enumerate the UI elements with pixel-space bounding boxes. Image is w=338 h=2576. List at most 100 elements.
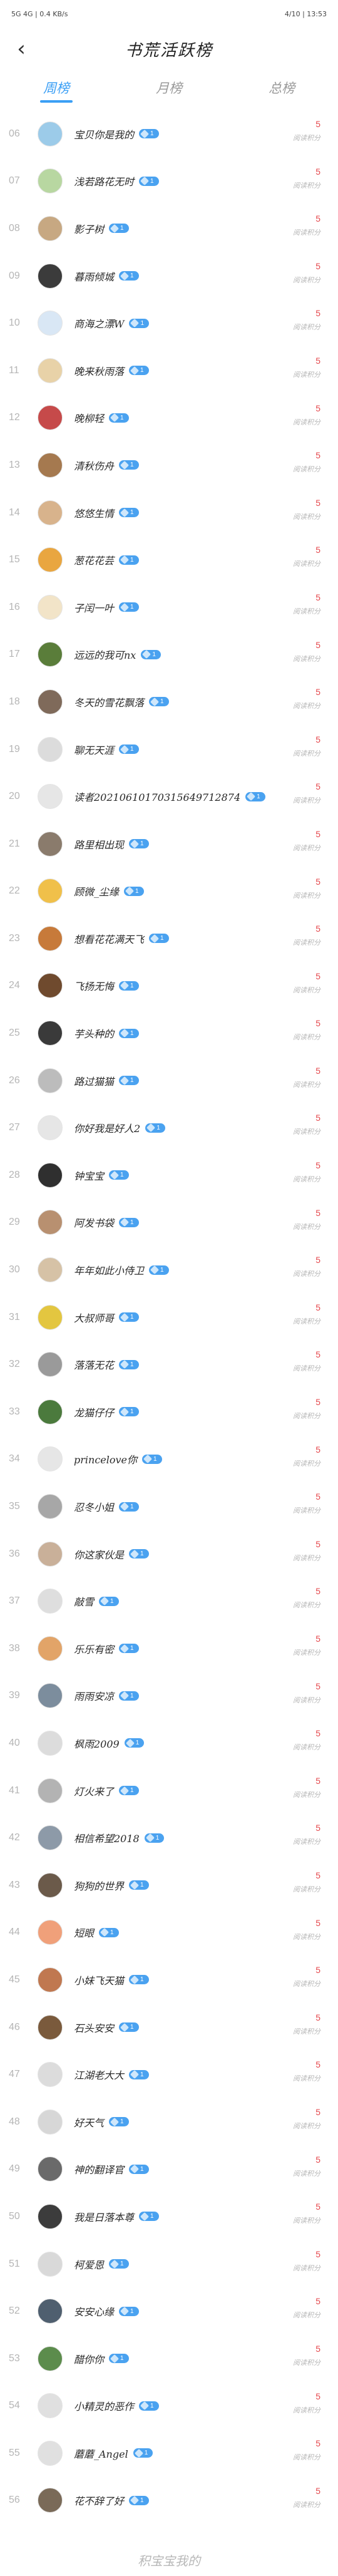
list-item[interactable]: 21 路里相出现 1 5 阅读积分: [0, 820, 338, 868]
avatar[interactable]: [38, 1636, 63, 1661]
avatar[interactable]: [38, 2109, 63, 2135]
avatar[interactable]: [38, 358, 63, 383]
avatar[interactable]: [38, 2488, 63, 2513]
list-item[interactable]: 41 灯火来了 1 5 阅读积分: [0, 1767, 338, 1815]
avatar[interactable]: [38, 1730, 63, 1756]
list-item[interactable]: 47 江湖老大大 1 5 阅读积分: [0, 2051, 338, 2098]
list-item[interactable]: 51 柯爱恩 1 5 阅读积分: [0, 2240, 338, 2288]
list-item[interactable]: 22 顾微_尘缘 1 5 阅读积分: [0, 868, 338, 915]
avatar[interactable]: [38, 689, 63, 714]
avatar[interactable]: [38, 1115, 63, 1141]
avatar[interactable]: [38, 831, 63, 857]
avatar[interactable]: [38, 2346, 63, 2371]
list-item[interactable]: 29 阿发书袋 1 5 阅读积分: [0, 1199, 338, 1247]
tab-1[interactable]: 月榜: [113, 70, 225, 105]
tab-2[interactable]: 总榜: [225, 70, 338, 105]
list-item[interactable]: 25 芋头种的 1 5 阅读积分: [0, 1009, 338, 1057]
avatar[interactable]: [38, 263, 63, 289]
list-item[interactable]: 06 宝贝你是我的 1 5 阅读积分: [0, 110, 338, 158]
list-item[interactable]: 23 想看花花满天飞 1 5 阅读积分: [0, 915, 338, 962]
avatar[interactable]: [38, 878, 63, 904]
list-item[interactable]: 33 龙猫仔仔 1 5 阅读积分: [0, 1388, 338, 1436]
avatar[interactable]: [38, 1967, 63, 1992]
avatar[interactable]: [38, 1872, 63, 1898]
avatar[interactable]: [38, 1589, 63, 1614]
list-item[interactable]: 45 小妹飞天猫 1 5 阅读积分: [0, 1956, 338, 2004]
avatar[interactable]: [38, 1210, 63, 1235]
list-item[interactable]: 31 大叔师哥 1 5 阅读积分: [0, 1294, 338, 1341]
avatar[interactable]: [38, 2251, 63, 2277]
avatar[interactable]: [38, 215, 63, 241]
avatar[interactable]: [38, 1257, 63, 1283]
avatar[interactable]: [38, 1068, 63, 1093]
avatar[interactable]: [38, 736, 63, 762]
list-item[interactable]: 09 暮雨倾城 1 5 阅读积分: [0, 252, 338, 300]
avatar[interactable]: [38, 311, 63, 336]
list-item[interactable]: 12 晚柳轻 1 5 阅读积分: [0, 394, 338, 442]
list-item[interactable]: 11 晚来秋雨落 1 5 阅读积分: [0, 347, 338, 394]
list-item[interactable]: 44 短眼 1 5 阅读积分: [0, 1909, 338, 1957]
avatar[interactable]: [38, 500, 63, 525]
list-item[interactable]: 14 悠悠生情 1 5 阅读积分: [0, 489, 338, 537]
list-item[interactable]: 26 路过猫猫 1 5 阅读积分: [0, 1057, 338, 1105]
avatar[interactable]: [38, 2014, 63, 2040]
list-item[interactable]: 37 敲雪 1 5 阅读积分: [0, 1577, 338, 1625]
list-item[interactable]: 27 你好我是好人2 1 5 阅读积分: [0, 1104, 338, 1151]
back-button[interactable]: ‹: [10, 38, 33, 60]
list-item[interactable]: 46 石头安安 1 5 阅读积分: [0, 2004, 338, 2051]
avatar[interactable]: [38, 2440, 63, 2466]
list-item[interactable]: 16 子闰一叶 1 5 阅读积分: [0, 584, 338, 631]
list-item[interactable]: 17 远远的我可nx 1 5 阅读积分: [0, 631, 338, 679]
avatar[interactable]: [38, 1162, 63, 1188]
avatar[interactable]: [38, 452, 63, 478]
list-item[interactable]: 40 枫雨2009 1 5 阅读积分: [0, 1719, 338, 1767]
list-item[interactable]: 38 乐乐有密 1 5 阅读积分: [0, 1625, 338, 1672]
list-item[interactable]: 18 冬天的雪花飘落 1 5 阅读积分: [0, 678, 338, 726]
list-item[interactable]: 53 醋你你 1 5 阅读积分: [0, 2335, 338, 2383]
list-item[interactable]: 39 雨雨安凉 1 5 阅读积分: [0, 1672, 338, 1720]
avatar[interactable]: [38, 1825, 63, 1851]
avatar[interactable]: [38, 925, 63, 951]
list-item[interactable]: 48 好天气 1 5 阅读积分: [0, 2098, 338, 2146]
avatar[interactable]: [38, 2393, 63, 2419]
avatar[interactable]: [38, 2062, 63, 2088]
avatar[interactable]: [38, 1778, 63, 1803]
list-item[interactable]: 20 读者20210610170315649712874 1 5 阅读积分: [0, 773, 338, 820]
avatar[interactable]: [38, 2203, 63, 2229]
avatar[interactable]: [38, 642, 63, 667]
list-item[interactable]: 10 商海之漂W 1 5 阅读积分: [0, 299, 338, 347]
list-item[interactable]: 54 小精灵的恶作 1 5 阅读积分: [0, 2383, 338, 2430]
list-item[interactable]: 07 浅若路花无时 1 5 阅读积分: [0, 158, 338, 205]
list-item[interactable]: 19 聊无天涯 1 5 阅读积分: [0, 726, 338, 773]
list-item[interactable]: 34 princelove你 1 5 阅读积分: [0, 1436, 338, 1483]
avatar[interactable]: [38, 1683, 63, 1709]
list-item[interactable]: 24 飞扬无悔 1 5 阅读积分: [0, 962, 338, 1010]
avatar[interactable]: [38, 1399, 63, 1425]
avatar[interactable]: [38, 2156, 63, 2182]
avatar[interactable]: [38, 784, 63, 810]
avatar[interactable]: [38, 405, 63, 431]
list-item[interactable]: 49 神的翻译官 1 5 阅读积分: [0, 2146, 338, 2193]
list-item[interactable]: 52 安安心缘 1 5 阅读积分: [0, 2287, 338, 2335]
list-item[interactable]: 32 落落无花 1 5 阅读积分: [0, 1341, 338, 1388]
avatar[interactable]: [38, 1494, 63, 1520]
list-item[interactable]: 15 葱花花芸 1 5 阅读积分: [0, 536, 338, 584]
avatar[interactable]: [38, 168, 63, 194]
avatar[interactable]: [38, 1446, 63, 1472]
list-item[interactable]: 42 相信希望2018 1 5 阅读积分: [0, 1814, 338, 1862]
avatar[interactable]: [38, 2299, 63, 2324]
list-item[interactable]: 36 你这家伙是 1 5 阅读积分: [0, 1530, 338, 1578]
list-item[interactable]: 50 我是日落本尊 1 5 阅读积分: [0, 2193, 338, 2240]
list-item[interactable]: 56 花不辞了好 1 5 阅读积分: [0, 2477, 338, 2525]
avatar[interactable]: [38, 1304, 63, 1330]
list-item[interactable]: 55 蘑蘑_Angel 1 5 阅读积分: [0, 2429, 338, 2477]
list-item[interactable]: 35 忍冬小姐 1 5 阅读积分: [0, 1483, 338, 1530]
avatar[interactable]: [38, 121, 63, 147]
avatar[interactable]: [38, 1541, 63, 1567]
list-item[interactable]: 08 影子树 1 5 阅读积分: [0, 205, 338, 252]
avatar[interactable]: [38, 1920, 63, 1945]
list-item[interactable]: 43 狗狗的世界 1 5 阅读积分: [0, 1862, 338, 1909]
list-item[interactable]: 30 年年如此小侍卫 1 5 阅读积分: [0, 1246, 338, 1294]
tab-0[interactable]: 周榜: [0, 70, 113, 105]
avatar[interactable]: [38, 594, 63, 620]
